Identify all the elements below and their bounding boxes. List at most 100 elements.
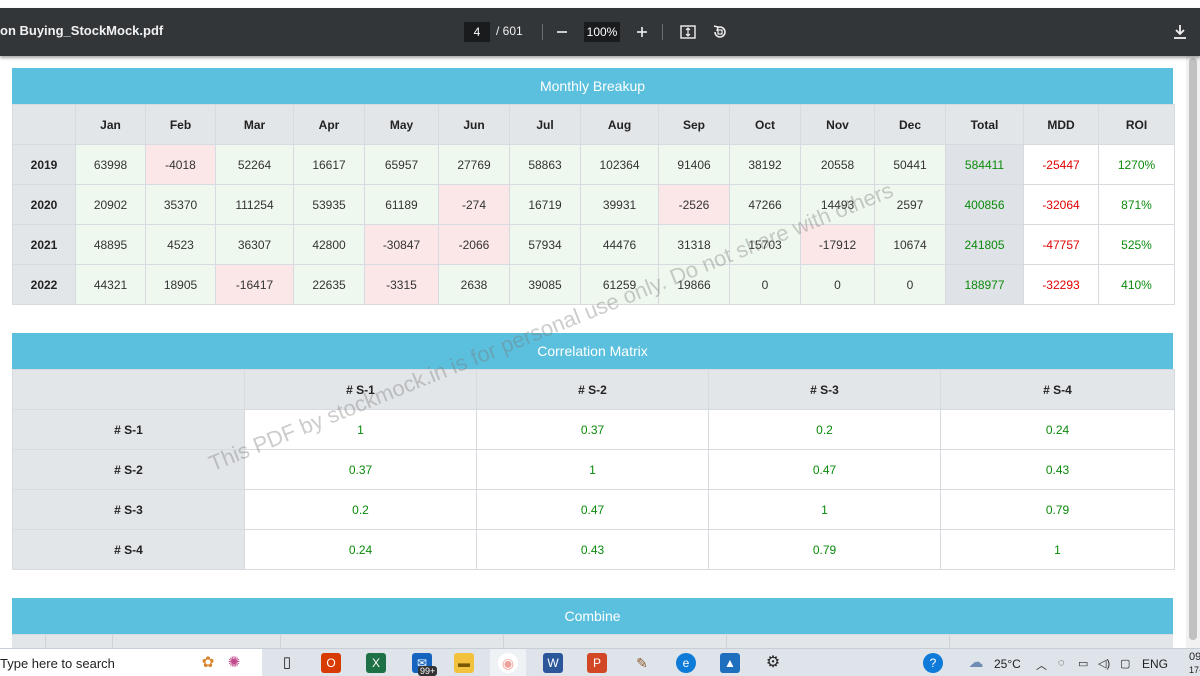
month-value-cell: 35370 [145,184,216,225]
monthly-corner-cell [12,104,76,145]
year-label: 2020 [12,184,76,225]
correlation-value-cell: 0.37 [476,409,709,450]
roi-cell: 1270% [1098,144,1175,185]
corr-row-label: # S-4 [12,529,245,570]
correlation-value-cell: 1 [244,409,477,450]
column-header: Nov [800,104,875,145]
month-value-cell: 65957 [364,144,439,185]
correlation-value-cell: 0.79 [940,489,1175,530]
month-value-cell: 53935 [293,184,365,225]
clock-date[interactable]: 17-0 [1189,665,1200,675]
month-value-cell: 102364 [580,144,659,185]
network-icon[interactable]: ◌ [1058,657,1065,669]
correlation-value-cell: 1 [940,529,1175,570]
correlation-value-cell: 0.2 [708,409,941,450]
corr-column-header: # S-1 [244,369,477,410]
table-row: 2021 48895 4523 36307 42800 -30847 -2066 57934 4… [12,224,1175,265]
table-row: 2019 63998 -4018 52264 16617 65957 27769 58863 1… [12,144,1175,185]
total-cell: 241805 [945,224,1024,265]
search-highlight-icon[interactable]: ✿ [198,653,218,673]
search-highlight-ferris-icon[interactable]: ✺ [224,653,244,673]
column-header: Oct [729,104,801,145]
zoom-level-input[interactable]: 100% [584,22,620,42]
column-header: ROI [1098,104,1175,145]
table-row: 2020 20902 35370 111254 53935 61189 -274 16719 3… [12,184,1175,225]
volume-icon[interactable]: ◁) [1098,657,1110,670]
corr-column-header: # S-2 [476,369,709,410]
month-value-cell: 18905 [145,264,216,305]
taskbar-search-box[interactable]: Type here to search ✿ ✺ [0,649,262,676]
column-header: May [364,104,439,145]
windows-taskbar: Type here to search ✿ ✺ ▯ O X ✉ 99+ ▬ ◉ … [0,648,1200,676]
chevron-up-icon[interactable]: ︿ [1036,657,1047,673]
edge-icon[interactable]: e [676,653,696,673]
file-explorer-icon[interactable]: ▬ [454,653,474,673]
powerpoint-icon[interactable]: P [587,653,607,673]
weather-temperature[interactable]: 25°C [994,657,1021,671]
mdd-cell: -32293 [1023,264,1099,305]
total-cell: 584411 [945,144,1024,185]
column-header: Feb [145,104,216,145]
zoom-out-icon[interactable] [552,22,572,42]
year-label: 2021 [12,224,76,265]
help-icon[interactable]: ? [923,653,943,673]
display-icon[interactable]: ▢ [1120,657,1130,670]
fit-page-icon[interactable] [678,22,698,42]
column-header: MDD [1023,104,1099,145]
battery-icon[interactable]: ▭ [1078,657,1088,670]
correlation-value-cell: 0.24 [244,529,477,570]
month-value-cell: 38192 [729,144,801,185]
scrollbar-thumb[interactable] [1189,58,1197,640]
settings-gear-icon[interactable]: ⚙ [763,653,783,673]
toolbar-divider [662,24,663,40]
monthly-breakup-header: Monthly Breakup [12,68,1173,104]
month-value-cell: -16417 [215,264,294,305]
page-number-input[interactable]: 4 [464,22,490,42]
pdf-page-area[interactable]: Monthly Breakup Jan Feb Mar Apr May Jun Jul Aug… [0,56,1186,648]
correlation-value-cell: 1 [708,489,941,530]
zoom-in-icon[interactable] [632,22,652,42]
language-indicator[interactable]: ENG [1142,657,1168,671]
month-value-cell: -30847 [364,224,439,265]
word-icon[interactable]: W [543,653,563,673]
mdd-cell: -47757 [1023,224,1099,265]
month-value-cell: 58863 [509,144,581,185]
paint-icon[interactable]: ✎ [632,653,652,673]
month-value-cell: 39931 [580,184,659,225]
month-value-cell: 36307 [215,224,294,265]
corr-row-label: # S-1 [12,409,245,450]
photos-icon[interactable]: ▲ [720,653,740,673]
year-label: 2022 [12,264,76,305]
month-value-cell: -2066 [438,224,510,265]
month-value-cell: 91406 [658,144,730,185]
weather-cloud-icon[interactable]: ☁ [966,653,986,673]
column-header: Sep [658,104,730,145]
month-value-cell: 0 [874,264,946,305]
year-label: 2019 [12,144,76,185]
correlation-matrix-table: # S-1 # S-2 # S-3 # S-4 # S-1 1 0.37 0.2 0.24 # … [12,369,1175,570]
office-icon[interactable]: O [321,653,341,673]
clock-time[interactable]: 09 [1189,651,1200,663]
month-value-cell: 44476 [580,224,659,265]
correlation-value-cell: 0.2 [244,489,477,530]
excel-icon[interactable]: X [366,653,386,673]
month-value-cell: 50441 [874,144,946,185]
corr-corner-cell [12,369,245,410]
table-row: 2022 44321 18905 -16417 22635 -3315 2638 39085 6… [12,264,1175,305]
task-view-icon[interactable]: ▯ [277,653,297,673]
corr-column-header: # S-3 [708,369,941,410]
vertical-scrollbar[interactable] [1186,56,1200,648]
month-value-cell: 20558 [800,144,875,185]
month-value-cell: 48895 [75,224,146,265]
month-value-cell: -17912 [800,224,875,265]
month-value-cell: -4018 [145,144,216,185]
column-header: Dec [874,104,946,145]
rotate-icon[interactable] [710,22,730,42]
month-value-cell: 42800 [293,224,365,265]
table-row: # S-4 0.24 0.43 0.79 1 [12,529,1175,570]
roi-cell: 410% [1098,264,1175,305]
corr-row-label: # S-2 [12,449,245,490]
correlation-value-cell: 0.24 [940,409,1175,450]
download-icon[interactable] [1170,22,1190,42]
month-value-cell: 31318 [658,224,730,265]
